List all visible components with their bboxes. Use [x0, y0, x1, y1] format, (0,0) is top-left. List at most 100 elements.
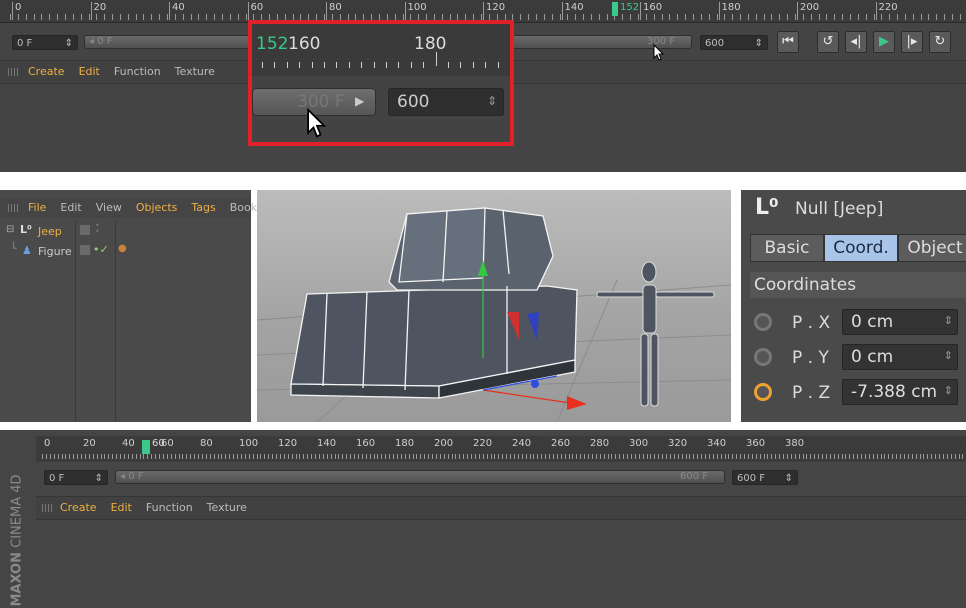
- menu-texture[interactable]: Texture: [207, 501, 247, 514]
- current-frame-marker[interactable]: [612, 2, 618, 16]
- object-name[interactable]: Figure: [38, 245, 72, 258]
- panel-grip-icon[interactable]: [8, 68, 18, 76]
- keyframe-radio-icon[interactable]: [754, 383, 772, 401]
- ruler-tick: [92, 454, 94, 459]
- previous-key-button[interactable]: ↺: [817, 31, 839, 53]
- ruler-tick: [732, 454, 734, 459]
- ruler-tick: [135, 454, 137, 459]
- menu-edit[interactable]: Edit: [79, 65, 100, 78]
- null-object-icon: L⁰: [755, 195, 779, 220]
- ruler-tick: [962, 454, 964, 459]
- ruler-tick: [716, 454, 718, 459]
- figure-model: [596, 261, 715, 407]
- zoom-ruler-tick: [373, 62, 375, 68]
- ruler-tick: [884, 454, 886, 459]
- menu-function[interactable]: Function: [114, 65, 161, 78]
- ruler-tick: [692, 14, 694, 20]
- position-z-field[interactable]: -7.388 cm ⇕: [842, 379, 958, 405]
- tag-icon[interactable]: ●: [118, 243, 127, 254]
- go-to-start-button[interactable]: ⏮: [777, 31, 799, 53]
- ruler-tick: [718, 2, 720, 20]
- menu-view[interactable]: View: [96, 201, 122, 214]
- visibility-dots-icon[interactable]: • •: [95, 222, 100, 236]
- menu-create[interactable]: Create: [60, 501, 97, 514]
- zoom-ruler-tick: [274, 62, 276, 68]
- panel-grip-icon[interactable]: [42, 504, 52, 512]
- start-frame-field[interactable]: 0 F ⇕: [12, 35, 78, 50]
- ruler-tick: [494, 454, 496, 459]
- menu-texture[interactable]: Texture: [175, 65, 215, 78]
- ruler-tick: [143, 14, 145, 20]
- ruler-tick: [381, 454, 383, 459]
- ruler-tick: [209, 454, 211, 459]
- stepper-icon[interactable]: ⇕: [944, 314, 953, 327]
- object-name[interactable]: Jeep: [38, 225, 62, 238]
- ruler-label: 100: [239, 438, 259, 449]
- ruler-tick: [513, 454, 515, 459]
- zoom-end-field[interactable]: 600 ⇕: [388, 88, 504, 116]
- object-manager-menubar: FileEditViewObjectsTagsBookmarks: [0, 198, 291, 218]
- ruler-label: 260: [551, 438, 571, 449]
- start-frame-field[interactable]: 0 F ⇕: [44, 470, 108, 485]
- logo-product: CINEMA 4D: [9, 474, 25, 548]
- ruler-tick: [206, 14, 208, 20]
- list-item[interactable]: └ ♟ Figure •✓ ●: [0, 242, 251, 260]
- tab-object[interactable]: Object: [898, 234, 966, 262]
- position-y-field[interactable]: 0 cm ⇕: [842, 344, 958, 370]
- tab-coord[interactable]: Coord.: [824, 234, 898, 262]
- ruler-tick: [221, 454, 223, 459]
- menu-create[interactable]: Create: [28, 65, 65, 78]
- ruler-tick: [525, 454, 527, 459]
- ruler-tick: [315, 454, 316, 459]
- keyframe-radio-icon[interactable]: [754, 348, 772, 366]
- ruler-label: 80: [329, 2, 342, 13]
- bottom-timeline-panel: MAXON CINEMA 4D 0 20 40 60 80 100 120 140 160 180…: [0, 430, 966, 608]
- zoom-cursor-icon: [307, 108, 327, 138]
- ruler-tick: [931, 454, 933, 459]
- ruler-label: 220: [473, 438, 493, 449]
- next-key-button[interactable]: ↻: [929, 31, 951, 53]
- menu-function[interactable]: Function: [146, 501, 193, 514]
- end-frame-field[interactable]: 600 F ⇕: [732, 470, 798, 485]
- keyframe-radio-icon[interactable]: [754, 313, 772, 331]
- step-back-icon: ◂|: [850, 34, 862, 49]
- play-button[interactable]: ▶: [873, 31, 895, 53]
- stepper-icon[interactable]: ⇕: [944, 349, 953, 362]
- step-forward-button[interactable]: |▸: [901, 31, 923, 53]
- menu-objects[interactable]: Objects: [136, 201, 178, 214]
- menu-tags[interactable]: Tags: [191, 201, 215, 214]
- coordinate-row[interactable]: P . X 0 cm ⇕: [750, 308, 966, 338]
- viewport-panel[interactable]: [256, 190, 732, 423]
- expand-icon[interactable]: ⊟: [6, 224, 14, 235]
- step-back-button[interactable]: ◂|: [845, 31, 867, 53]
- menu-file[interactable]: File: [28, 201, 46, 214]
- current-frame-marker[interactable]: [142, 440, 150, 454]
- preview-range-slider[interactable]: ◂ 0 F 600 F: [115, 470, 725, 484]
- coordinate-row[interactable]: P . Y 0 cm ⇕: [750, 343, 966, 373]
- checkmark-icon[interactable]: •✓: [93, 243, 109, 256]
- ruler-tick: [178, 454, 180, 459]
- ruler-tick: [560, 454, 562, 459]
- ruler-tick: [903, 454, 905, 459]
- ruler-tick: [654, 454, 656, 459]
- menu-edit[interactable]: Edit: [60, 201, 81, 214]
- bottom-ruler[interactable]: 0 20 40 60 80 100 120 140 160 180 200 220 240 260 280 3…: [36, 436, 966, 462]
- ruler-tick: [556, 454, 558, 459]
- ruler-tick: [190, 14, 192, 20]
- layer-swatch-icon[interactable]: [80, 245, 90, 255]
- position-x-field[interactable]: 0 cm ⇕: [842, 309, 958, 335]
- panel-grip-icon[interactable]: [8, 204, 18, 212]
- list-item[interactable]: ⊟ L⁰ Jeep • •: [0, 222, 251, 240]
- ruler-tick: [822, 454, 823, 459]
- layer-swatch-icon[interactable]: [80, 225, 90, 235]
- ruler-tick: [950, 454, 952, 459]
- menu-edit[interactable]: Edit: [111, 501, 132, 514]
- tab-basic[interactable]: Basic: [750, 234, 824, 262]
- coordinate-row[interactable]: P . Z -7.388 cm ⇕: [750, 378, 966, 408]
- ruler-tick: [904, 14, 906, 20]
- end-frame-field[interactable]: 600 ⇕: [700, 35, 768, 50]
- range-end-label: 600 F: [679, 471, 708, 482]
- stepper-icon[interactable]: ⇕: [944, 384, 953, 397]
- ruler-tick: [393, 454, 394, 459]
- ruler-label: 0: [15, 2, 22, 13]
